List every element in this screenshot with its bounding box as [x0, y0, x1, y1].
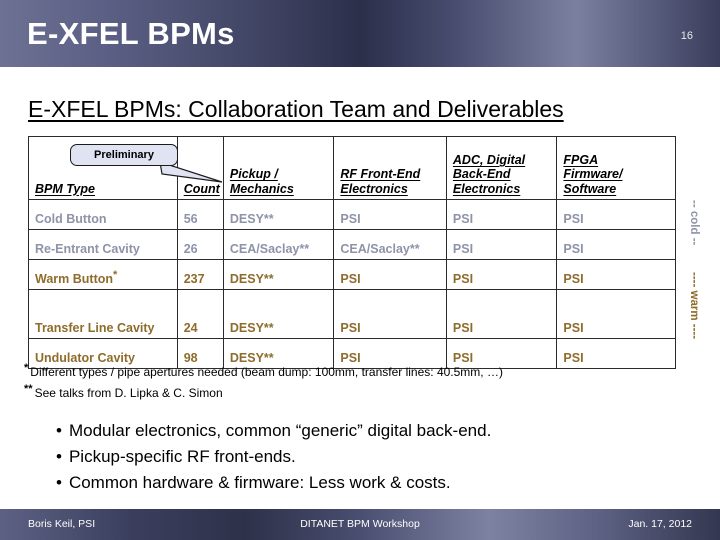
cell-adc: PSI — [445, 259, 558, 290]
column-header-fpga-line1: FPGA — [563, 152, 599, 167]
preliminary-callout: Preliminary — [70, 144, 178, 166]
list-item-text: Pickup-specific RF front-ends. — [68, 447, 296, 466]
column-header-adc-line3: Electronics — [452, 181, 521, 196]
footnote-marker-single: * — [113, 268, 118, 281]
column-header-rf-line2: Electronics — [340, 181, 408, 196]
cell-rf: PSI — [333, 289, 447, 339]
column-header-bpm-type-label: BPM Type — [35, 181, 95, 196]
footnotes: * Different types / pipe apertures needed… — [24, 360, 694, 402]
table-row: Warm Button* 237 DESY** PSI PSI PSI — [28, 259, 676, 290]
list-item: • Pickup-specific RF front-ends. — [56, 444, 696, 470]
bpm-table-container: BPM Type Count Pickup / Mechanics RF Fro… — [28, 136, 676, 369]
footnote-text: See talks from D. Lipka & C. Simon — [34, 386, 223, 400]
bullet-dot-icon: • — [56, 421, 62, 440]
table-body: Cold Button 56 DESY** PSI PSI PSI Re-Ent… — [28, 199, 676, 369]
list-item: • Modular electronics, common “generic” d… — [56, 418, 696, 444]
slide-title: E-XFEL BPMs: Collaboration Team and Deli… — [28, 96, 564, 122]
cell-pickup: CEA/Saclay** — [222, 229, 335, 260]
column-header-fpga-line2: Firmware/ — [563, 167, 623, 182]
footnote-text: Different types / pipe apertures needed … — [30, 365, 503, 379]
cell-rf: PSI — [333, 259, 447, 290]
table-row: Transfer Line Cavity 24 DESY** PSI PSI P… — [28, 289, 676, 339]
column-header-fpga-line3: Software — [563, 181, 617, 196]
footnote-double-star: ** See talks from D. Lipka & C. Simon — [24, 381, 694, 402]
page-title: E-XFEL BPMs — [27, 16, 235, 51]
cell-pickup: DESY** — [222, 289, 335, 339]
cell-fpga: PSI — [556, 259, 676, 290]
bullet-dot-icon: • — [56, 473, 62, 492]
cell-fpga: PSI — [556, 199, 676, 230]
header-banner: E-XFEL BPMs 16 — [0, 0, 720, 67]
cell-bpm-type: Transfer Line Cavity — [28, 289, 178, 339]
cell-pickup: DESY** — [222, 259, 335, 290]
column-header-pickup-line1: Pickup / — [229, 167, 278, 182]
cell-adc: PSI — [445, 289, 558, 339]
cell-bpm-type-text: Transfer Line Cavity — [35, 321, 155, 335]
cell-adc: PSI — [445, 229, 558, 260]
cell-fpga: PSI — [556, 229, 676, 260]
column-header-fpga: FPGA Firmware/ Software — [556, 136, 676, 200]
cell-pickup: DESY** — [222, 199, 335, 230]
cell-fpga: PSI — [556, 289, 676, 339]
footnote-marker: ** — [24, 383, 33, 395]
bpm-table: BPM Type Count Pickup / Mechanics RF Fro… — [28, 136, 676, 369]
bullet-list: • Modular electronics, common “generic” d… — [56, 418, 696, 496]
footer-date: Jan. 17, 2012 — [628, 518, 692, 530]
footer-banner: Boris Keil, PSI DITANET BPM Workshop Jan… — [0, 509, 720, 540]
footnote-single-star: * Different types / pipe apertures needed… — [24, 360, 694, 381]
cell-adc: PSI — [445, 199, 558, 230]
cell-bpm-type: Warm Button* — [28, 259, 178, 290]
cell-bpm-type-text: Cold Button — [35, 212, 107, 226]
column-header-adc-line1: ADC, Digital — [452, 152, 526, 167]
column-header-rf-line1: RF Front-End — [340, 167, 421, 182]
column-header-pickup-line2: Mechanics — [229, 181, 294, 196]
cell-bpm-type: Re-Entrant Cavity — [28, 229, 178, 260]
cell-bpm-type-text: Re-Entrant Cavity — [35, 242, 140, 256]
list-item-text: Common hardware & firmware: Less work & … — [68, 473, 451, 492]
bullet-dot-icon: • — [56, 447, 62, 466]
table-row: Cold Button 56 DESY** PSI PSI PSI — [28, 199, 676, 230]
cell-count: 56 — [176, 199, 224, 230]
footnote-marker: * — [24, 362, 29, 374]
cell-rf: CEA/Saclay** — [333, 229, 447, 260]
cell-bpm-type-text: Warm Button — [35, 272, 113, 286]
list-item-text: Modular electronics, common “generic” di… — [68, 421, 492, 440]
group-label-warm: ---- warm ---- — [688, 272, 700, 340]
cell-count: 24 — [176, 289, 224, 339]
cell-bpm-type: Cold Button — [28, 199, 178, 230]
column-header-adc-backend: ADC, Digital Back-End Electronics — [445, 136, 558, 200]
table-row: Re-Entrant Cavity 26 CEA/Saclay** CEA/Sa… — [28, 229, 676, 260]
page-number: 16 — [680, 30, 693, 42]
group-label-cold: -- cold -- — [688, 200, 700, 246]
column-header-rf-frontend: RF Front-End Electronics — [333, 136, 447, 200]
cell-rf: PSI — [333, 199, 447, 230]
column-header-adc-line2: Back-End — [452, 167, 511, 182]
footer-event: DITANET BPM Workshop — [300, 518, 420, 530]
cell-count: 237 — [176, 259, 224, 290]
column-header-pickup: Pickup / Mechanics — [222, 136, 335, 200]
cell-count: 26 — [176, 229, 224, 260]
list-item: • Common hardware & firmware: Less work &… — [56, 470, 696, 496]
